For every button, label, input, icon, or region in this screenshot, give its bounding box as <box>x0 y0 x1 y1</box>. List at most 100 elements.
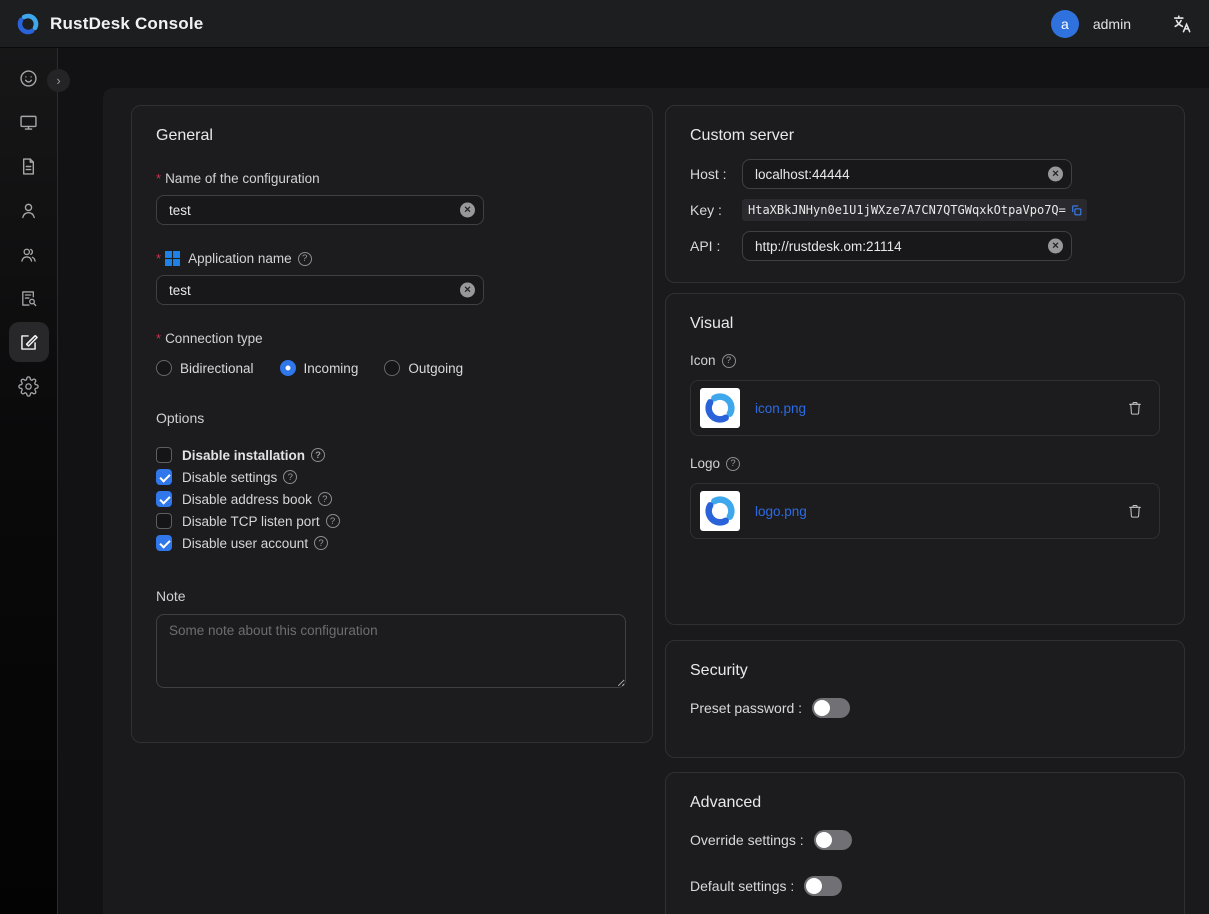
main-content: General * Name of the configuration * Ap… <box>103 88 1209 914</box>
topbar: RustDesk Console a admin <box>0 0 1209 48</box>
gear-icon <box>18 376 39 397</box>
key-label: Key : <box>690 202 742 218</box>
radio-circle[interactable] <box>384 360 400 376</box>
toggle-knob <box>816 832 832 848</box>
logo-label: Logo <box>690 456 1160 471</box>
radio-incoming[interactable]: Incoming <box>280 360 359 376</box>
sidebar-item-devices[interactable] <box>9 102 49 142</box>
windows-icon <box>165 251 180 266</box>
note-textarea[interactable] <box>156 614 626 688</box>
key-value: HtaXBkJNHyn0e1U1jWXze7A7CN7QTGWqxkOtpaVp… <box>748 203 1066 217</box>
brand: RustDesk Console <box>16 12 203 36</box>
option-disable-tcp-listen-port[interactable]: Disable TCP listen port <box>156 510 628 532</box>
checkbox-unchecked[interactable] <box>156 447 172 463</box>
advanced-title: Advanced <box>690 794 1160 812</box>
username[interactable]: admin <box>1093 16 1131 32</box>
general-title: General <box>156 127 628 145</box>
sidebar-item-groups[interactable] <box>9 234 49 274</box>
logo-file-link[interactable]: logo.png <box>755 504 807 519</box>
clear-icon[interactable] <box>1048 239 1063 254</box>
application-name-input[interactable] <box>156 275 484 305</box>
key-value-chip: HtaXBkJNHyn0e1U1jWXze7A7CN7QTGWqxkOtpaVp… <box>742 199 1087 221</box>
checkbox-checked[interactable] <box>156 535 172 551</box>
sidebar <box>0 48 58 914</box>
host-label: Host : <box>690 166 742 182</box>
note-label: Note <box>156 588 628 604</box>
preset-password-toggle[interactable] <box>812 698 850 718</box>
logo-thumbnail <box>700 491 740 531</box>
avatar[interactable]: a <box>1051 10 1079 38</box>
icon-upload-item: icon.png <box>690 380 1160 436</box>
required-marker: * <box>156 171 161 186</box>
app-title: RustDesk Console <box>50 14 203 34</box>
visual-panel: Visual Icon icon.png Logo <box>665 293 1185 625</box>
security-panel: Security Preset password : <box>665 640 1185 758</box>
checkbox-checked[interactable] <box>156 469 172 485</box>
toggle-knob <box>814 700 830 716</box>
option-disable-settings[interactable]: Disable settings <box>156 466 628 488</box>
option-disable-installation[interactable]: Disable installation <box>156 444 628 466</box>
toggle-knob <box>806 878 822 894</box>
user-icon <box>18 200 39 221</box>
application-name-label: * Application name <box>156 251 628 266</box>
override-settings-toggle[interactable] <box>814 830 852 850</box>
config-name-input[interactable] <box>156 195 484 225</box>
api-label: API : <box>690 238 742 254</box>
option-disable-user-account[interactable]: Disable user account <box>156 532 628 554</box>
default-settings-toggle[interactable] <box>804 876 842 896</box>
option-disable-address-book[interactable]: Disable address book <box>156 488 628 510</box>
radio-outgoing[interactable]: Outgoing <box>384 360 463 376</box>
default-settings-label: Default settings : <box>690 878 794 894</box>
user-group-icon <box>18 244 39 265</box>
sidebar-item-custom-client[interactable] <box>9 322 49 362</box>
sidebar-item-audit[interactable] <box>9 278 49 318</box>
clear-icon[interactable] <box>460 203 475 218</box>
help-icon[interactable] <box>298 252 312 266</box>
sidebar-item-documents[interactable] <box>9 146 49 186</box>
visual-title: Visual <box>690 315 1160 333</box>
clear-icon[interactable] <box>460 283 475 298</box>
help-icon[interactable] <box>314 536 328 550</box>
options-label: Options <box>156 410 628 426</box>
checkbox-checked[interactable] <box>156 491 172 507</box>
sidebar-item-dashboard[interactable] <box>9 58 49 98</box>
help-icon[interactable] <box>311 448 325 462</box>
trash-icon[interactable] <box>1127 400 1143 416</box>
connection-type-group: Bidirectional Incoming Outgoing <box>156 360 628 376</box>
security-title: Security <box>690 662 1160 680</box>
api-input[interactable] <box>742 231 1072 261</box>
audit-log-icon <box>18 288 39 309</box>
sidebar-item-settings[interactable] <box>9 366 49 406</box>
radio-circle-selected[interactable] <box>280 360 296 376</box>
required-marker: * <box>156 331 161 346</box>
preset-password-label: Preset password : <box>690 700 802 716</box>
help-icon[interactable] <box>318 492 332 506</box>
trash-icon[interactable] <box>1127 503 1143 519</box>
smiley-icon <box>18 68 39 89</box>
help-icon[interactable] <box>283 470 297 484</box>
logo-upload-item: logo.png <box>690 483 1160 539</box>
sidebar-item-users[interactable] <box>9 190 49 230</box>
icon-file-link[interactable]: icon.png <box>755 401 806 416</box>
radio-circle[interactable] <box>156 360 172 376</box>
monitor-icon <box>18 112 39 133</box>
translate-icon[interactable] <box>1171 13 1193 35</box>
edit-icon <box>18 332 39 353</box>
override-settings-label: Override settings : <box>690 832 804 848</box>
checkbox-unchecked[interactable] <box>156 513 172 529</box>
help-icon[interactable] <box>726 457 740 471</box>
help-icon[interactable] <box>722 354 736 368</box>
copy-icon[interactable] <box>1070 204 1083 217</box>
host-input[interactable] <box>742 159 1072 189</box>
clear-icon[interactable] <box>1048 167 1063 182</box>
config-name-label: * Name of the configuration <box>156 171 628 186</box>
sidebar-expand-button[interactable]: › <box>47 69 70 92</box>
icon-label: Icon <box>690 353 1160 368</box>
radio-bidirectional[interactable]: Bidirectional <box>156 360 254 376</box>
custom-server-panel: Custom server Host : Key : HtaXBkJNHyn0e… <box>665 105 1185 283</box>
rustdesk-logo-icon <box>703 391 737 425</box>
help-icon[interactable] <box>326 514 340 528</box>
options-list: Disable installation Disable settings Di… <box>156 444 628 554</box>
rustdesk-logo-icon <box>703 494 737 528</box>
advanced-panel: Advanced Override settings : Default set… <box>665 772 1185 914</box>
